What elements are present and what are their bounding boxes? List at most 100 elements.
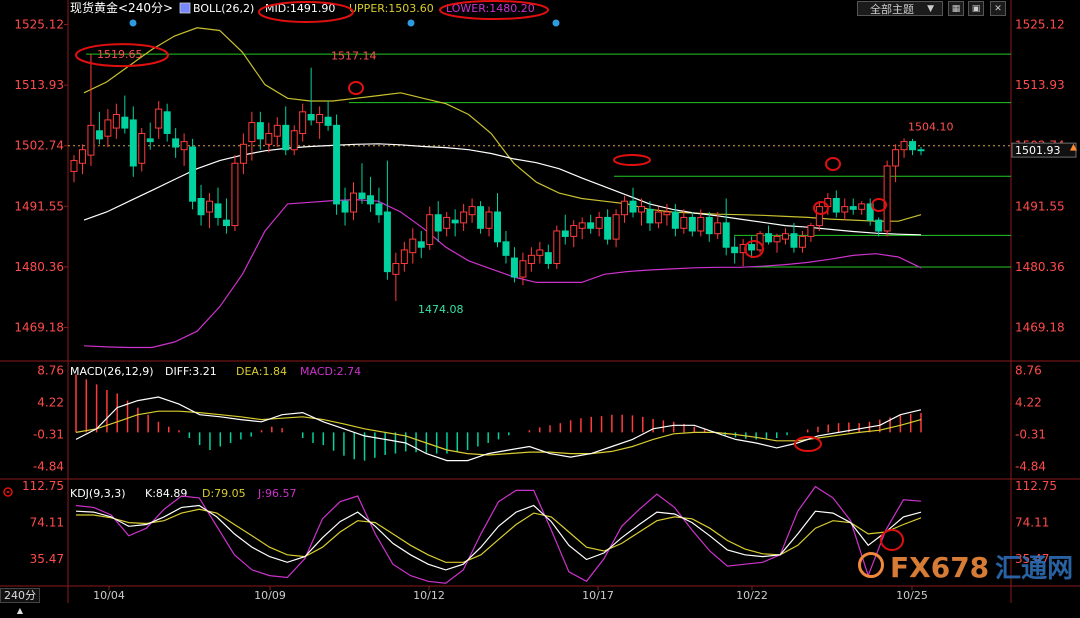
candle-down [587,222,595,229]
candle-up [841,206,849,213]
candle-down [832,197,840,213]
candle-down [121,116,129,129]
candle-up [595,216,603,229]
theme-selector-button[interactable]: 全部主题 ▼ [857,1,943,16]
price-label-1519: 1519.65 [97,48,143,61]
candle-up [663,211,671,216]
date-label: 10/25 [896,589,928,602]
window-close-icon[interactable]: ✕ [990,1,1006,16]
candle-down [146,138,154,143]
macd-tick-left: 4.22 [37,396,64,410]
candle-up [883,165,891,232]
candle-up [578,222,586,229]
candle-down [434,214,442,232]
price-tick-right: 1525.12 [1015,17,1065,31]
candle-up [536,249,544,256]
candle-down [256,122,264,140]
candle-down [417,241,425,248]
kdj-tick-left: 112.75 [22,479,64,493]
candle-up [621,200,629,216]
candle-up [78,149,86,164]
candle-down [358,192,366,199]
candle-down [451,219,459,224]
candle-up [519,260,527,278]
event-dot-1 [129,19,137,27]
candle-up [781,233,789,240]
date-label: 10/04 [93,589,125,602]
candle-down [790,233,798,248]
candle-down [722,222,730,248]
candle-down [172,138,180,148]
candle-down [646,208,654,224]
macd-diff-value: DIFF:3.21 [165,365,217,378]
candle-up [206,200,214,213]
candle-up [265,132,273,145]
candle-up [553,230,561,264]
macd-tick-left: 8.76 [37,363,64,377]
candle-down [502,241,510,256]
candle-down [688,216,696,232]
candle-up [70,160,78,172]
macd-tick-right: 8.76 [1015,363,1042,377]
candle-down [197,197,205,216]
watermark: FX678 汇通网 [890,548,1073,585]
candle-up [299,111,307,134]
candle-down [214,203,222,218]
macd-tick-left: -0.31 [33,428,64,442]
kdj-tick-left: 74.11 [30,515,64,529]
candle-up [680,216,688,229]
candle-down [544,252,552,264]
candle-up [248,122,256,143]
kdj-k-value: K:84.89 [145,487,187,500]
candle-up [155,108,163,129]
candle-down [748,244,756,251]
candle-down [333,124,341,205]
candle-up [773,235,781,243]
candle-up [273,124,281,137]
period-tab[interactable]: 240分 ▲ [0,588,40,615]
candle-down [163,111,171,134]
candle-up [527,254,535,264]
candle-up [697,216,705,232]
caret-up-icon: ▲ [16,606,24,615]
price-tick-left: 1480.36 [14,260,64,274]
date-label: 10/09 [254,589,286,602]
macd-header: MACD(26,12,9) DIFF:3.21 DEA:1.84 MACD:2.… [70,365,361,378]
candle-up [392,262,400,275]
current-price-arrow-icon: ▲ [1070,143,1077,153]
window-restore-icon[interactable]: ▣ [968,1,984,16]
kdj-j-value: J:96.57 [257,487,296,500]
watermark-cn: 汇通网 [995,554,1074,584]
candle-up [290,130,298,151]
candle-up [570,225,578,237]
price-label-1517: 1517.14 [331,50,377,63]
price-tick-left: 1513.93 [14,78,64,92]
candle-down [917,149,925,152]
candle-down [909,141,917,151]
macd-tick-right: -4.84 [1015,460,1046,474]
candle-up [815,206,823,227]
date-label: 10/12 [413,589,445,602]
price-tick-right: 1469.18 [1015,321,1065,335]
price-tick-right: 1491.55 [1015,199,1065,213]
candle-down [849,206,857,210]
candle-down [604,216,612,240]
price-tick-right: 1480.36 [1015,260,1065,274]
candle-down [705,216,713,235]
date-label: 10/17 [582,589,614,602]
candle-down [494,211,501,243]
boll-legend-icon [179,2,191,14]
candle-up [180,141,188,151]
macd-tick-left: -4.84 [33,460,64,474]
price-tick-left: 1525.12 [14,17,64,31]
window-grid-icon[interactable]: ▦ [948,1,964,16]
candle-up [485,211,493,229]
event-dot-3 [552,19,560,27]
date-label: 10/22 [736,589,768,602]
candle-up [807,225,815,237]
candle-up [87,124,95,156]
candle-down [95,130,103,140]
theme-selector-label: 全部主题 [870,3,914,16]
candle-down [477,206,485,229]
macd-macd-value: MACD:2.74 [300,365,361,378]
